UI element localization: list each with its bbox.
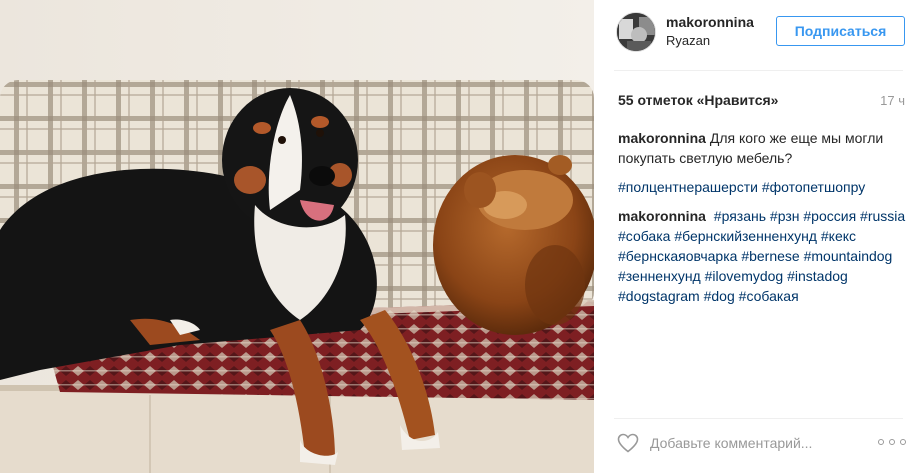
- add-comment-input[interactable]: [650, 430, 870, 456]
- avatar[interactable]: [616, 12, 656, 52]
- divider: [614, 418, 903, 419]
- caption-hashtags: #полцентнерашерсти #фотопетшопру: [618, 177, 908, 197]
- instagram-post: makoronnina Ryazan Подписаться 55 отмето…: [0, 0, 923, 473]
- follow-button[interactable]: Подписаться: [776, 16, 905, 46]
- hashtag[interactable]: #bernese: [741, 248, 799, 264]
- hashtag[interactable]: #ilovemydog: [705, 268, 784, 284]
- heart-outline-icon[interactable]: [616, 431, 640, 455]
- hashtag[interactable]: #собака: [618, 228, 670, 244]
- hashtag[interactable]: #полцентнерашерсти: [618, 179, 758, 195]
- hashtag[interactable]: #собакая: [739, 288, 799, 304]
- caption-author[interactable]: makoronnina: [618, 130, 706, 146]
- dog-on-sofa-image: [0, 0, 594, 473]
- heart-icon-svg: [617, 433, 639, 453]
- hashtag[interactable]: #зенненхунд: [618, 268, 701, 284]
- post-sidebar: makoronnina Ryazan Подписаться 55 отмето…: [594, 0, 923, 473]
- caption: makoronnina Для кого же еще мы могли поку…: [618, 128, 908, 168]
- hashtag[interactable]: #фотопетшопру: [762, 179, 865, 195]
- hashtag[interactable]: #instadog: [787, 268, 848, 284]
- hashtag[interactable]: #рзн: [770, 208, 800, 224]
- comment-author[interactable]: makoronnina: [618, 208, 706, 224]
- hashtag[interactable]: #dogstagram: [618, 288, 700, 304]
- comment-item: makoronnina #рязань #рзн #россия #russia…: [618, 206, 908, 306]
- location[interactable]: Ryazan: [666, 33, 710, 48]
- likes-count[interactable]: 55 отметок «Нравится»: [618, 92, 778, 108]
- divider: [614, 70, 903, 71]
- dot: [889, 439, 895, 445]
- hashtag[interactable]: #кекс: [821, 228, 856, 244]
- hashtag[interactable]: #russia: [860, 208, 905, 224]
- hashtag[interactable]: #россия: [803, 208, 856, 224]
- username[interactable]: makoronnina: [666, 14, 754, 30]
- hashtag[interactable]: #mountaindog: [804, 248, 893, 264]
- dot: [900, 439, 906, 445]
- comments-list: makoronnina Для кого же еще мы могли поку…: [618, 128, 908, 315]
- dot: [878, 439, 884, 445]
- hashtag[interactable]: #бернскийзенненхунд: [674, 228, 817, 244]
- hashtag[interactable]: #рязань: [714, 208, 766, 224]
- avatar-image: [617, 13, 655, 51]
- more-options-icon[interactable]: [878, 432, 906, 452]
- post-photo[interactable]: [0, 0, 594, 473]
- post-header: makoronnina Ryazan Подписаться: [594, 0, 923, 70]
- hashtag[interactable]: #бернскаяовчарка: [618, 248, 737, 264]
- post-time[interactable]: 17 ч: [880, 93, 905, 108]
- hashtag[interactable]: #dog: [704, 288, 735, 304]
